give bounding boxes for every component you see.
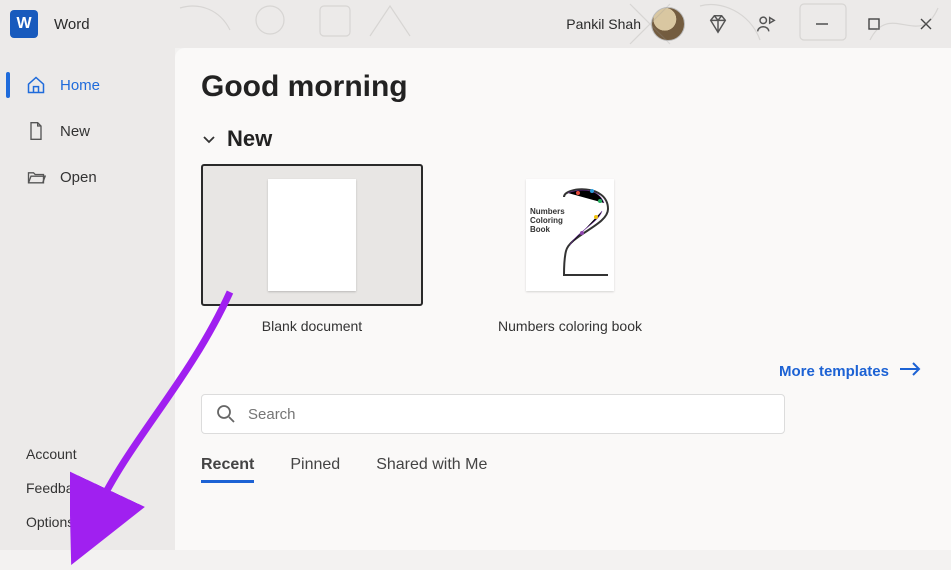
avatar[interactable]: [651, 7, 685, 41]
more-templates-label: More templates: [779, 363, 889, 380]
sidebar-feedback[interactable]: Feedback: [0, 480, 175, 496]
arrow-right-icon: [899, 362, 921, 380]
sidebar: Home New Open Account Feedback Options: [0, 48, 175, 550]
titlebar: W Word Pankil Shah: [0, 0, 951, 48]
tab-pinned[interactable]: Pinned: [290, 456, 340, 483]
word-app-icon: W: [10, 10, 38, 38]
user-block[interactable]: Pankil Shah: [566, 7, 685, 41]
app-title: Word: [54, 16, 90, 33]
sidebar-item-open[interactable]: Open: [0, 158, 175, 196]
diamond-icon[interactable]: [707, 13, 729, 35]
word-app-icon-letter: W: [16, 15, 31, 33]
template-numbers-coloring-book[interactable]: Numbers Coloring Book: [459, 164, 681, 334]
active-indicator: [6, 72, 10, 98]
content-area: Good morning New Blank document Numbers …: [175, 48, 951, 550]
coloring-book-thumb: Numbers Coloring Book: [526, 179, 614, 291]
greeting: Good morning: [201, 70, 925, 104]
new-icon: [26, 121, 46, 141]
sidebar-item-label: Home: [60, 77, 100, 94]
search-box[interactable]: [201, 394, 785, 434]
sidebar-item-label: New: [60, 123, 90, 140]
chevron-down-icon: [201, 131, 217, 147]
close-button[interactable]: [919, 17, 933, 31]
template-label: Blank document: [262, 318, 362, 334]
search-input[interactable]: [248, 406, 770, 423]
search-icon: [216, 404, 236, 424]
minimize-button[interactable]: [815, 17, 829, 31]
more-templates-link[interactable]: More templates: [779, 362, 921, 380]
new-section-header[interactable]: New: [201, 126, 925, 152]
sidebar-item-new[interactable]: New: [0, 112, 175, 150]
template-label: Numbers coloring book: [498, 318, 642, 334]
file-tabs: Recent Pinned Shared with Me: [201, 456, 925, 483]
maximize-button[interactable]: [867, 17, 881, 31]
tab-shared-with-me[interactable]: Shared with Me: [376, 456, 487, 483]
blank-page-icon: [268, 179, 356, 291]
sidebar-options[interactable]: Options: [0, 514, 175, 530]
home-icon: [26, 75, 46, 95]
open-icon: [26, 167, 46, 187]
tab-recent[interactable]: Recent: [201, 456, 254, 483]
new-section-title: New: [227, 126, 272, 152]
template-blank-document[interactable]: Blank document: [201, 164, 423, 334]
template-thumb: [201, 164, 423, 306]
templates-row: Blank document Numbers Coloring Book: [201, 164, 925, 334]
sidebar-item-label: Open: [60, 169, 97, 186]
template-thumb: Numbers Coloring Book: [459, 164, 681, 306]
sidebar-account[interactable]: Account: [0, 446, 175, 462]
share-person-icon[interactable]: [755, 13, 777, 35]
user-name: Pankil Shah: [566, 16, 641, 32]
sidebar-item-home[interactable]: Home: [0, 66, 175, 104]
